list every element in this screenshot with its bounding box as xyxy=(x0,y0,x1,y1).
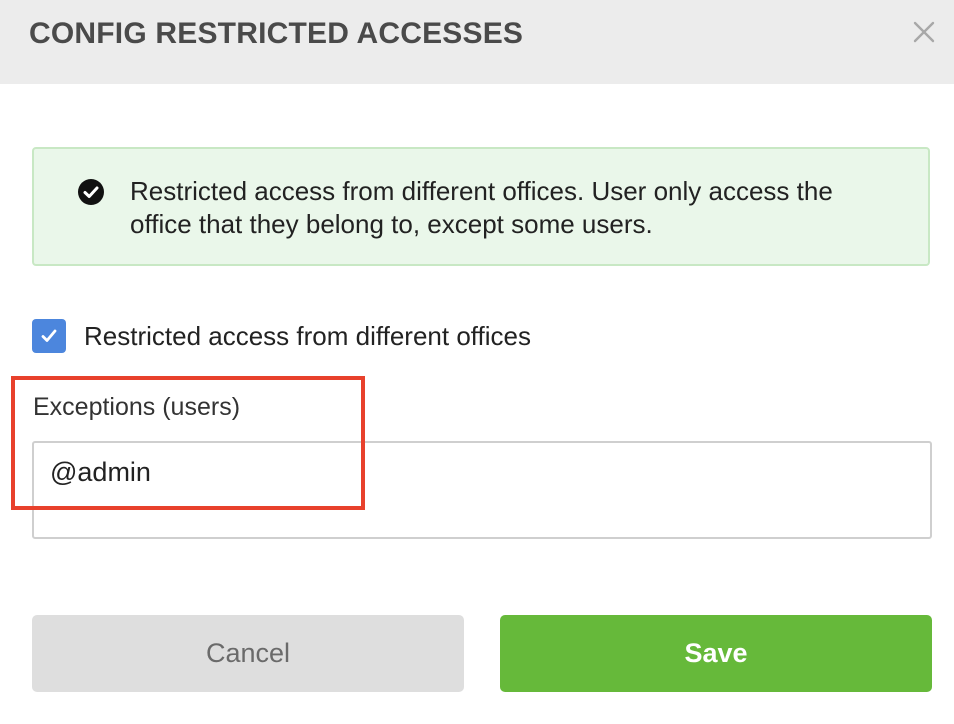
restriction-checkbox-label[interactable]: Restricted access from different offices xyxy=(84,321,531,352)
save-button[interactable]: Save xyxy=(500,615,932,692)
cancel-button[interactable]: Cancel xyxy=(32,615,464,692)
close-icon[interactable] xyxy=(908,16,940,48)
info-notice: Restricted access from different offices… xyxy=(32,147,930,266)
restriction-checkbox[interactable] xyxy=(32,319,66,353)
dialog-header: CONFIG RESTRICTED ACCESSES xyxy=(0,0,954,84)
checkmark-icon xyxy=(41,329,57,342)
exceptions-input[interactable]: @admin xyxy=(32,441,932,539)
config-restricted-accesses-dialog: CONFIG RESTRICTED ACCESSES Restricted ac… xyxy=(0,0,954,724)
notice-text: Restricted access from different offices… xyxy=(130,176,833,239)
exceptions-label: Exceptions (users) xyxy=(33,393,241,421)
check-circle-icon xyxy=(77,178,105,206)
dialog-title: CONFIG RESTRICTED ACCESSES xyxy=(29,17,524,50)
restriction-checkbox-row: Restricted access from different offices xyxy=(32,318,531,354)
